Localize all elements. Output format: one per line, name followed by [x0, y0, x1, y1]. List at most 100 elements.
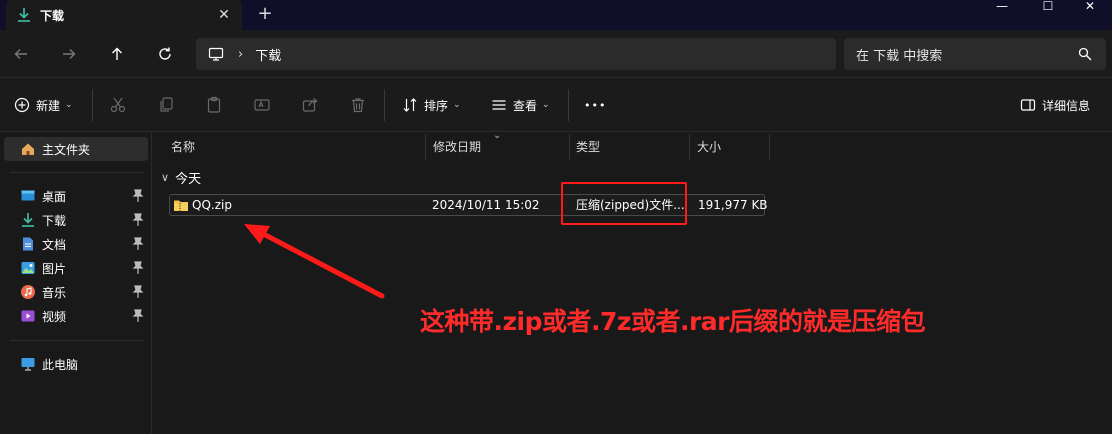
share-icon — [302, 98, 318, 112]
rename-button[interactable] — [252, 95, 272, 115]
sidebar-item-desktop[interactable]: 桌面 — [0, 184, 152, 208]
refresh-icon — [159, 47, 171, 60]
sort-icon — [403, 98, 417, 112]
new-button[interactable]: 新建 ⌄ — [14, 78, 73, 132]
pin-icon[interactable] — [132, 309, 144, 323]
column-divider[interactable] — [689, 134, 690, 160]
pin-icon[interactable] — [132, 237, 144, 251]
file-name: QQ.zip — [192, 198, 232, 212]
new-tab-button[interactable]: + — [256, 5, 274, 23]
group-header-today[interactable]: ∨ 今天 — [161, 168, 201, 187]
pin-icon[interactable] — [132, 261, 144, 275]
file-size: 191,977 KB — [698, 198, 768, 212]
minimize-button[interactable]: — — [980, 0, 1024, 14]
music-icon — [21, 285, 35, 299]
annotation-text: 这种带.zip或者.7z或者.rar后缀的就是压缩包 — [420, 307, 925, 336]
search-icon — [1078, 47, 1092, 61]
divider — [92, 89, 93, 121]
home-icon — [22, 143, 34, 155]
arrow-left-icon — [14, 49, 27, 59]
file-modified: 2024/10/11 15:02 — [432, 198, 540, 212]
sidebar-item-music[interactable]: 音乐 — [0, 280, 152, 304]
search-placeholder: 在 下载 中搜索 — [856, 48, 943, 64]
clipboard-icon — [207, 96, 221, 113]
tab-downloads[interactable]: 下载 ✕ — [6, 0, 242, 30]
column-divider[interactable] — [569, 134, 570, 160]
trash-icon — [352, 98, 364, 113]
pictures-icon — [21, 262, 35, 274]
download-icon — [18, 8, 30, 22]
copy-button[interactable] — [156, 95, 176, 115]
document-icon — [23, 237, 33, 251]
video-icon — [21, 310, 35, 322]
sidebar-item-home[interactable]: 主文件夹 — [4, 137, 148, 161]
navigation-pane: 主文件夹 桌面 下载 文档 图片 音乐 视频 此电脑 — [0, 132, 152, 434]
sort-indicator-icon: ⌄ — [493, 130, 502, 141]
details-pane-icon — [1020, 99, 1036, 111]
new-label: 新建 — [36, 98, 61, 113]
pin-icon[interactable] — [132, 213, 144, 227]
group-label: 今天 — [175, 172, 202, 187]
divider — [10, 172, 144, 173]
close-tab-icon[interactable]: ✕ — [216, 7, 232, 23]
chevron-down-icon: ⌄ — [453, 100, 461, 110]
scissors-icon — [110, 97, 126, 113]
refresh-button[interactable] — [154, 43, 176, 65]
address-bar[interactable]: › 下载 — [196, 38, 836, 70]
share-button[interactable] — [300, 95, 320, 115]
column-header-name[interactable]: 名称 — [171, 132, 195, 160]
view-button[interactable]: 查看 ⌄ — [491, 78, 550, 132]
sort-button[interactable]: 排序 ⌄ — [402, 78, 461, 132]
view-list-icon — [492, 100, 506, 110]
copy-icon — [160, 97, 173, 112]
column-header-modified[interactable]: 修改日期 — [433, 132, 481, 160]
maximize-button[interactable]: ☐ — [1026, 0, 1070, 14]
divider — [384, 89, 385, 121]
highlight-box — [561, 182, 687, 225]
pin-icon[interactable] — [132, 285, 144, 299]
delete-button[interactable] — [348, 95, 368, 115]
details-label: 详细信息 — [1042, 98, 1091, 113]
sidebar-item-label: 此电脑 — [42, 357, 79, 372]
column-divider[interactable] — [425, 134, 426, 160]
chevron-down-icon: ∨ — [161, 171, 170, 184]
sidebar-item-documents[interactable]: 文档 — [0, 232, 152, 256]
up-button[interactable] — [106, 43, 128, 65]
cut-button[interactable] — [108, 95, 128, 115]
desktop-icon — [21, 190, 35, 201]
sort-label: 排序 — [424, 98, 449, 113]
chevron-down-icon: ⌄ — [65, 100, 73, 110]
pin-icon[interactable] — [132, 189, 144, 203]
zip-folder-icon — [174, 200, 188, 211]
column-header-type[interactable]: 类型 — [576, 132, 600, 160]
view-label: 查看 — [513, 98, 538, 113]
tab-title: 下载 — [40, 8, 65, 23]
sidebar-item-label: 主文件夹 — [42, 142, 91, 157]
details-pane-button[interactable]: 详细信息 — [1020, 78, 1090, 132]
column-header-size[interactable]: 大小 — [697, 132, 721, 160]
path-separator: › — [238, 46, 244, 62]
sidebar-item-pictures[interactable]: 图片 — [0, 256, 152, 280]
download-icon — [22, 213, 34, 227]
sidebar-item-label: 图片 — [42, 261, 67, 276]
paste-button[interactable] — [204, 95, 224, 115]
sidebar-item-this-pc[interactable]: 此电脑 — [0, 352, 152, 376]
sidebar-item-label: 文档 — [42, 237, 67, 252]
chevron-down-icon: ⌄ — [542, 100, 550, 110]
file-list: 名称 修改日期 ⌄ 类型 大小 ∨ 今天 QQ.zip 2024/10/11 1… — [153, 130, 1112, 434]
plus-circle-icon — [14, 97, 30, 113]
address-path[interactable]: 下载 — [255, 45, 281, 64]
sidebar-item-label: 音乐 — [42, 285, 67, 300]
forward-button[interactable] — [58, 43, 80, 65]
sidebar-item-videos[interactable]: 视频 — [0, 304, 152, 328]
monitor-icon — [208, 47, 224, 61]
more-options-button[interactable]: ••• — [584, 78, 606, 132]
back-button[interactable] — [10, 43, 32, 65]
sidebar-item-downloads[interactable]: 下载 — [0, 208, 152, 232]
sidebar-item-label: 下载 — [42, 213, 67, 228]
search-input[interactable]: 在 下载 中搜索 — [844, 38, 1106, 70]
column-divider[interactable] — [769, 134, 770, 160]
divider — [10, 340, 144, 341]
close-window-button[interactable]: ✕ — [1068, 0, 1112, 14]
arrow-up-icon — [112, 47, 122, 60]
